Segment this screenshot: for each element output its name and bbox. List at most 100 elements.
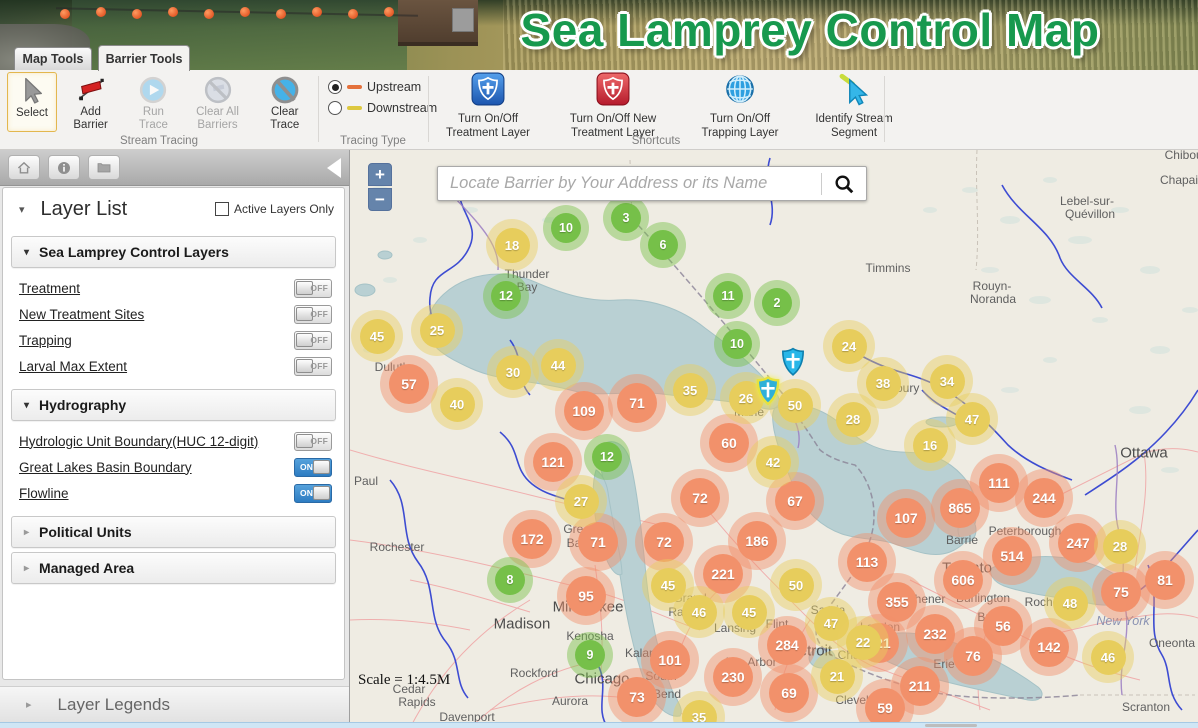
- layer-link-hydrologic-unit-boundary-huc-12-digit[interactable]: Hydrologic Unit Boundary(HUC 12-digit): [19, 434, 258, 449]
- red-shield-icon: [596, 72, 630, 113]
- section-label: Hydrography: [39, 397, 126, 413]
- section-hydrography[interactable]: ▾Hydrography: [11, 389, 336, 421]
- search-input[interactable]: [438, 174, 821, 193]
- layer-link-larval-max-extent[interactable]: Larval Max Extent: [19, 359, 127, 374]
- layer-row: New Treatment Sites OFF: [11, 301, 334, 327]
- play-circle-icon: [138, 74, 168, 106]
- shortcut-button-turn-on-off-new-treatment-layer[interactable]: Turn On/Off New Treatment Layer: [546, 72, 680, 140]
- trace-color-swatch: [347, 106, 362, 110]
- treatment-shield-marker[interactable]: [780, 347, 806, 377]
- sidebar-collapse-button[interactable]: [327, 158, 341, 178]
- toggle-state-label: ON: [300, 488, 313, 498]
- shortcut-button-identify-stream-segment[interactable]: Identify Stream Segment: [800, 72, 908, 140]
- toggle-state-label: OFF: [310, 309, 328, 319]
- layer-toggle-treatment[interactable]: OFF: [294, 279, 332, 298]
- info-icon: [56, 160, 72, 176]
- layer-toggle-new-treatment-sites[interactable]: OFF: [294, 305, 332, 324]
- toggle-state-label: OFF: [310, 335, 328, 345]
- layer-link-flowline[interactable]: Flowline: [19, 486, 69, 501]
- radio-label: Downstream: [367, 101, 437, 115]
- layer-list-header: ▾ Layer List Active Layers Only: [3, 188, 344, 230]
- layer-row: Trapping OFF: [11, 327, 334, 353]
- ribbon-button-clear-all-barriers[interactable]: Clear All Barriers: [185, 72, 251, 132]
- chevron-right-icon: ▸: [24, 527, 29, 538]
- ribbon-button-run-trace[interactable]: Run Trace: [124, 72, 182, 132]
- layer-toggle-larval-max-extent[interactable]: OFF: [294, 357, 332, 376]
- toggle-knob: [313, 486, 330, 500]
- layer-link-treatment[interactable]: Treatment: [19, 281, 80, 296]
- layer-legends-label: Layer Legends: [58, 695, 170, 715]
- layer-row: Hydrologic Unit Boundary(HUC 12-digit) OF…: [11, 428, 334, 454]
- chevron-down-icon: ▾: [24, 247, 29, 258]
- ribbon-button-label: Add Barrier: [62, 106, 119, 132]
- chevron-right-icon: ▸: [26, 698, 32, 711]
- section-rows: TreatmentOFFNew Treatment SitesOFFTrappi…: [3, 272, 344, 385]
- tracing-type-downstream[interactable]: Downstream: [328, 101, 437, 115]
- section-sea-lamprey-control-layers[interactable]: ▾ Sea Lamprey Control Layers: [11, 236, 336, 268]
- map-canvas[interactable]: ThunderBayTimminsRouyn-NorandaLebel-sur-…: [350, 150, 1198, 728]
- group-tracing-type: UpstreamDownstream Tracing Type: [318, 70, 428, 150]
- shield-markers-layer: [350, 150, 1198, 728]
- toggle-knob: [313, 460, 330, 474]
- layer-link-great-lakes-basin-boundary[interactable]: Great Lakes Basin Boundary: [19, 460, 192, 475]
- section-political-units[interactable]: ▸Political Units: [11, 516, 336, 548]
- radio-label: Upstream: [367, 80, 421, 94]
- scrollbar-thumb[interactable]: [925, 724, 977, 727]
- radio-icon: [328, 101, 342, 115]
- toggle-state-label: OFF: [310, 361, 328, 371]
- radio-icon: [328, 80, 342, 94]
- folder-icon: [96, 160, 112, 176]
- tab-barrier-tools-label: Barrier Tools: [106, 52, 183, 66]
- layer-row: Flowline ON: [11, 480, 334, 506]
- ribbon-button-label: Clear All Barriers: [188, 106, 248, 132]
- toggle-state-label: ON: [300, 462, 313, 472]
- horizontal-scrollbar[interactable]: [0, 722, 1198, 728]
- toggle-state-label: OFF: [310, 283, 328, 293]
- ribbon-toolbar: SelectAdd BarrierRun TraceClear All Barr…: [0, 70, 1198, 150]
- section-rows: Hydrologic Unit Boundary(HUC 12-digit) OF…: [3, 425, 344, 512]
- search-button[interactable]: [822, 167, 866, 200]
- section-label: Sea Lamprey Control Layers: [39, 244, 229, 260]
- tab-barrier-tools[interactable]: Barrier Tools: [98, 45, 190, 71]
- ribbon-button-select[interactable]: Select: [7, 72, 57, 132]
- layer-legends-bar[interactable]: ▸ Layer Legends: [0, 686, 349, 722]
- layer-list-title: Layer List: [41, 198, 215, 221]
- zoom-out-button[interactable]: −: [368, 188, 392, 211]
- tracing-type-upstream[interactable]: Upstream: [328, 80, 437, 94]
- layer-toggle-great-lakes-basin-boundary[interactable]: ON: [294, 458, 332, 477]
- tab-map-tools[interactable]: Map Tools: [14, 47, 92, 70]
- layer-row: Great Lakes Basin Boundary ON: [11, 454, 334, 480]
- zoom-control: + −: [368, 163, 392, 211]
- ribbon-button-add-barrier[interactable]: Add Barrier: [59, 72, 122, 132]
- folder-button[interactable]: [88, 155, 120, 180]
- ribbon-button-label: Clear Trace: [256, 106, 315, 132]
- layer-row: Treatment OFF: [11, 275, 334, 301]
- layer-row: Larval Max Extent OFF: [11, 353, 334, 379]
- trace-color-swatch: [347, 85, 362, 89]
- group-label-tracing-type: Tracing Type: [318, 135, 428, 147]
- section-managed-area[interactable]: ▸Managed Area: [11, 552, 336, 584]
- page-title: Sea Lamprey Control Map: [425, 3, 1195, 57]
- layer-toggle-hydrologic-unit-boundary-huc-12-digit[interactable]: OFF: [294, 432, 332, 451]
- shortcut-button-turn-on-off-treatment-layer[interactable]: Turn On/Off Treatment Layer: [438, 72, 538, 140]
- chevron-right-icon: ▸: [24, 563, 29, 574]
- layer-link-trapping[interactable]: Trapping: [19, 333, 72, 348]
- group-label-shortcuts: Shortcuts: [428, 135, 884, 147]
- tab-map-tools-label: Map Tools: [23, 52, 84, 66]
- ribbon-button-clear-trace[interactable]: Clear Trace: [253, 72, 318, 132]
- cursor-arrow-icon: [17, 75, 47, 107]
- shortcut-button-turn-on-off-trapping-layer[interactable]: Turn On/Off Trapping Layer: [688, 72, 792, 140]
- active-layers-only-label: Active Layers Only: [234, 202, 334, 216]
- layer-toggle-flowline[interactable]: ON: [294, 484, 332, 503]
- layer-link-new-treatment-sites[interactable]: New Treatment Sites: [19, 307, 144, 322]
- info-button[interactable]: [48, 155, 80, 180]
- home-button[interactable]: [8, 155, 40, 180]
- group-label-stream-tracing: Stream Tracing: [0, 135, 318, 147]
- clear-trace-icon: [270, 74, 300, 106]
- active-layers-only-checkbox[interactable]: [215, 202, 229, 216]
- treatment-shield-marker[interactable]: [755, 376, 781, 406]
- zoom-in-button[interactable]: +: [368, 163, 392, 186]
- chevron-down-icon[interactable]: ▾: [19, 203, 25, 216]
- layer-toggle-trapping[interactable]: OFF: [294, 331, 332, 350]
- grid-globe-icon: [723, 72, 757, 113]
